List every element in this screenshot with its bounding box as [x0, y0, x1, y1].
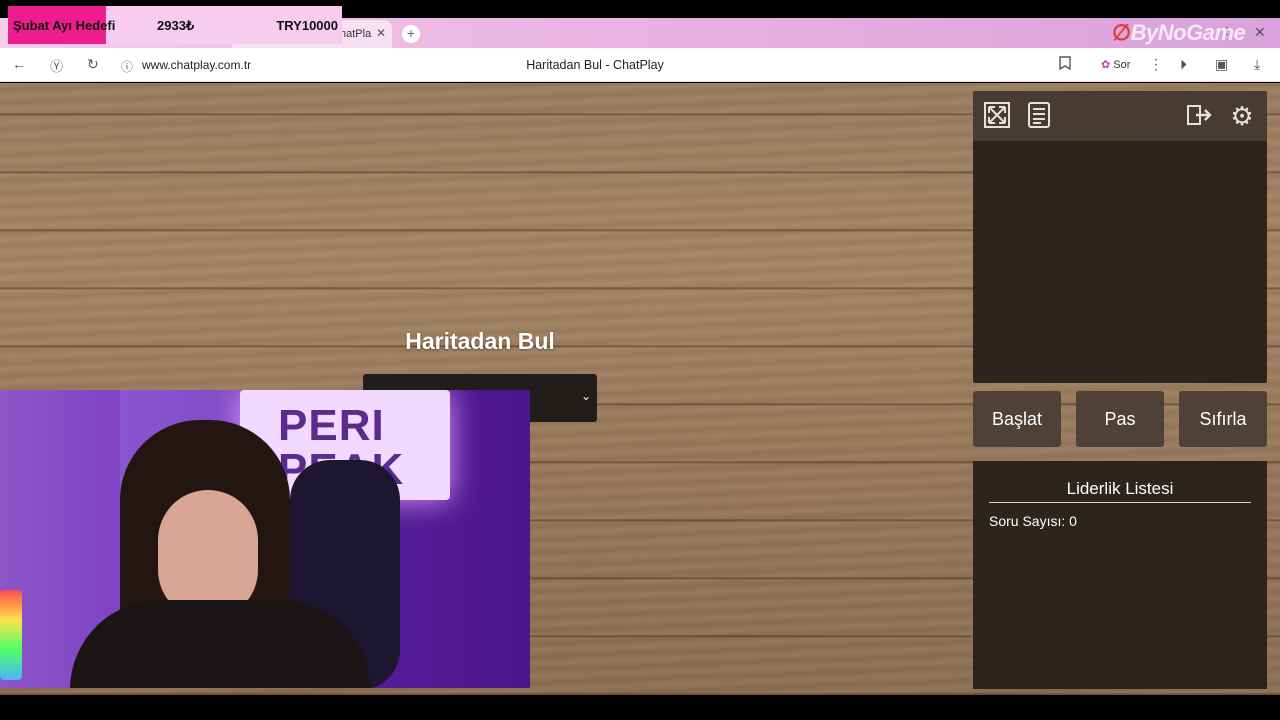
donation-goal-bar: Şubat Ayı Hedefi 2933₺ TRY10000	[8, 6, 342, 44]
bynogame-watermark: ∅ByNoGame	[1112, 20, 1246, 46]
streamer-body	[70, 600, 370, 688]
webcam-overlay: PERI PEAK	[0, 390, 530, 688]
reset-button[interactable]: Sıfırla	[1179, 391, 1267, 447]
exit-icon[interactable]	[1183, 100, 1215, 132]
page-title: Haritadan Bul - ChatPlay	[526, 58, 664, 72]
collections-icon[interactable]: ▣	[1215, 56, 1228, 73]
watermark-text: ByNoGame	[1130, 20, 1246, 45]
question-count: Soru Sayısı: 0	[989, 513, 1077, 529]
chat-panel: ⚙	[973, 91, 1267, 383]
more-icon[interactable]: ⋮	[1149, 56, 1163, 73]
spark-icon: ✿	[1101, 59, 1111, 71]
window-close-icon[interactable]: ✕	[1254, 24, 1266, 41]
pass-button[interactable]: Pas	[1076, 391, 1164, 447]
leaderboard-title: Liderlik Listesi	[989, 479, 1251, 503]
gear-icon[interactable]: ⚙	[1226, 100, 1258, 132]
browser-address-bar: ← Ⓨ ↻ ⓘ www.chatplay.com.tr Haritadan Bu…	[0, 48, 1280, 82]
tab-title: hatPla	[340, 28, 372, 40]
donation-goal: TRY10000	[276, 18, 338, 33]
rgb-lamp	[0, 590, 22, 680]
ask-label: Sor	[1113, 59, 1131, 71]
download-icon[interactable]: ⤓	[1254, 56, 1260, 73]
bookmark-icon[interactable]	[1059, 56, 1071, 73]
chevron-down-icon: ⌄	[580, 389, 591, 403]
donation-label: Şubat Ayı Hedefi	[13, 18, 116, 33]
document-icon[interactable]	[1023, 100, 1055, 132]
media-icon[interactable]: ⏵	[1180, 56, 1187, 73]
new-tab-icon[interactable]: +	[402, 25, 420, 43]
bynogame-logo-icon: ∅	[1112, 20, 1131, 45]
screen: hatPla ✕ + ⋮ ✕ ← Ⓨ ↻ ⓘ www.chatplay.com.…	[0, 0, 1280, 720]
game-title: Haritadan Bul	[405, 328, 555, 354]
donation-current: 2933₺	[157, 18, 195, 33]
bottom-letterbox	[0, 695, 1280, 720]
ask-button[interactable]: ✿ Sor	[1097, 56, 1134, 73]
fullscreen-icon[interactable]	[981, 100, 1013, 132]
start-button[interactable]: Başlat	[973, 391, 1061, 447]
leaderboard-panel: Liderlik Listesi Soru Sayısı: 0	[973, 461, 1267, 689]
chat-toolbar: ⚙	[973, 91, 1267, 141]
tab-close-icon[interactable]: ✕	[376, 26, 386, 40]
